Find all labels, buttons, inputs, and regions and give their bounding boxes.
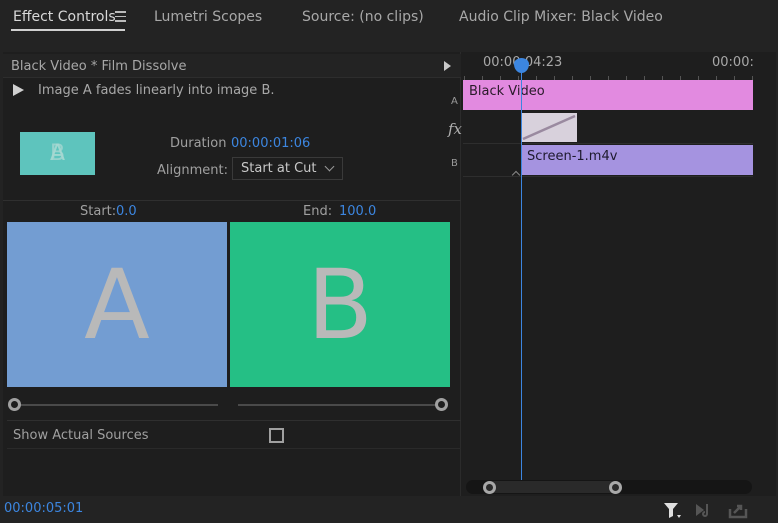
transition-ramp-icon [522, 114, 576, 141]
zoom-range[interactable] [490, 481, 616, 493]
expand-arrow-icon[interactable] [444, 61, 451, 71]
transition-block[interactable] [521, 113, 577, 142]
show-actual-sources-checkbox[interactable] [269, 428, 284, 443]
preview-b-letter: B [307, 248, 373, 361]
zoom-right-handle[interactable] [609, 481, 622, 494]
start-slider-knob[interactable] [8, 398, 21, 411]
clip-path: Black Video * Film Dissolve [11, 59, 187, 74]
divider [7, 420, 461, 421]
clip-b-name: Screen-1.m4v [527, 149, 618, 164]
filter-icon[interactable] [662, 501, 682, 519]
panel-tabs: Effect Controls Lumetri Scopes Source: (… [0, 0, 778, 40]
clip-a-name: Black Video [469, 84, 545, 99]
clip-a[interactable]: Black Video [463, 80, 753, 110]
export-icon[interactable] [728, 501, 748, 519]
divider [3, 200, 461, 201]
ruler-end-time: 00:00: [712, 55, 754, 70]
active-tab-indicator [11, 29, 125, 31]
preview-b: B [230, 222, 450, 387]
chevron-down-icon [324, 161, 335, 172]
track-divider [463, 143, 753, 144]
start-label: Start: [80, 204, 117, 219]
playhead-line[interactable] [521, 64, 522, 482]
play-audio-icon[interactable] [694, 501, 714, 519]
track-a-label: A [451, 96, 458, 107]
end-slider-track[interactable] [238, 404, 438, 406]
alignment-dropdown[interactable]: Start at Cut [232, 157, 343, 180]
track-b-label: B [451, 158, 458, 169]
preview-a: A [7, 222, 227, 387]
duration-label: Duration [170, 136, 227, 151]
divider [7, 448, 461, 449]
transition-thumbnail: A B [20, 132, 95, 175]
start-value[interactable]: 0.0 [116, 204, 137, 219]
preview-a-letter: A [84, 248, 150, 361]
transition-settings: Black Video * Film Dissolve Image A fade… [3, 52, 461, 496]
alignment-value: Start at Cut [241, 161, 317, 176]
end-value[interactable]: 100.0 [339, 204, 376, 219]
menu-icon[interactable] [115, 11, 126, 22]
show-actual-sources-label: Show Actual Sources [13, 428, 149, 443]
transition-description: Image A fades linearly into image B. [38, 83, 275, 98]
clip-b[interactable]: Screen-1.m4v [521, 145, 753, 175]
tab-source[interactable]: Source: (no clips) [302, 9, 424, 25]
play-triangle-icon[interactable] [13, 84, 24, 96]
track-divider [463, 176, 753, 177]
tab-effect-controls[interactable]: Effect Controls [13, 9, 116, 25]
end-slider-knob[interactable] [435, 398, 448, 411]
alignment-label: Alignment: [157, 163, 228, 178]
end-label: End: [303, 204, 333, 219]
fx-icon: fx [448, 120, 463, 138]
thumbnail-letter-b: B [49, 141, 66, 166]
clip-header: Black Video * Film Dissolve [3, 54, 461, 78]
start-slider-track[interactable] [20, 404, 218, 406]
playhead-timecode[interactable]: 00:00:05:01 [4, 501, 83, 516]
mini-timeline: 00:00:04:23 00:00: [462, 52, 776, 496]
tab-audio-clip-mixer[interactable]: Audio Clip Mixer: Black Video [459, 9, 663, 25]
zoom-left-handle[interactable] [483, 481, 496, 494]
tab-lumetri-scopes[interactable]: Lumetri Scopes [154, 9, 262, 25]
duration-value[interactable]: 00:00:01:06 [231, 136, 310, 151]
